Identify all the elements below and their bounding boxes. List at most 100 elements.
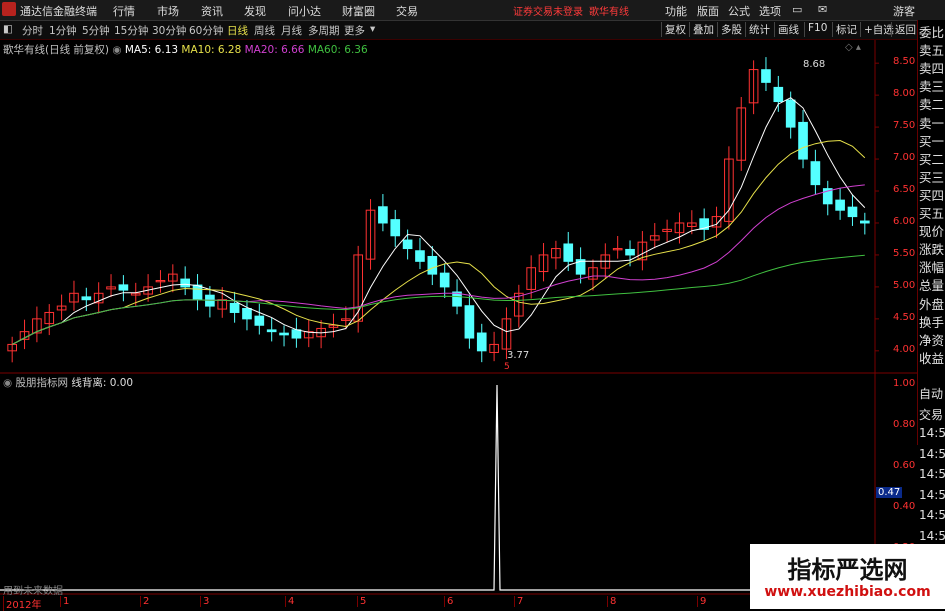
price-axis-label: 4.00 — [893, 343, 916, 355]
quote-field-label: 换手 — [919, 314, 945, 330]
price-axis-label: 5.00 — [893, 279, 916, 291]
candle-body — [402, 239, 413, 250]
time-axis-label: 5 — [357, 596, 366, 607]
candle-body — [81, 296, 92, 301]
ma10-line — [11, 139, 866, 345]
period-5min[interactable]: 5分钟 — [82, 23, 110, 38]
btn-f10[interactable]: F10 — [804, 22, 830, 37]
period-weekly[interactable]: 周线 — [254, 23, 275, 38]
legend-settings-icon[interactable]: ◉ — [112, 44, 125, 56]
quote-field-label: 涨跌 — [919, 242, 945, 258]
quote-field-label: 外盘 — [919, 296, 945, 312]
time-axis-label: 2 — [140, 596, 149, 607]
btn-multi-stock[interactable]: 多股 — [717, 22, 745, 37]
quote-field-label: 卖四 — [919, 61, 945, 77]
time-axis-label: 3 — [200, 596, 209, 607]
more-dropdown-icon[interactable]: ▾ — [370, 23, 375, 35]
menu-item-formula[interactable]: 公式 — [728, 3, 750, 19]
price-axis-label: 6.00 — [893, 215, 916, 227]
price-axis-label: 8.50 — [893, 56, 916, 68]
low-marker: 5 — [504, 362, 510, 372]
menu-item-layout[interactable]: 版面 — [697, 3, 719, 19]
candle-body — [773, 86, 784, 103]
candle-body — [835, 199, 845, 211]
candle-body — [625, 248, 635, 256]
period-30min[interactable]: 30分钟 — [152, 23, 186, 38]
divergence-line — [0, 384, 875, 591]
time-axis-label: 4 — [285, 596, 294, 607]
menu-item-trade[interactable]: 交易 — [396, 3, 418, 19]
period-60min[interactable]: 60分钟 — [189, 23, 223, 38]
main-legend: 歌华有线(日线 前复权) ◉ MA5: 6.13 MA10: 6.28 MA20… — [3, 42, 368, 57]
menu-item-news[interactable]: 资讯 — [201, 3, 223, 19]
menu-item-market[interactable]: 市场 — [157, 3, 179, 19]
menu-item-quotes[interactable]: 行情 — [113, 3, 135, 19]
menu-bar: 通达信金融终端 行情 市场 资讯 发现 问小达 财富圈 交易 证券交易未登录 歌… — [0, 0, 945, 21]
period-more[interactable]: 更多 — [344, 23, 365, 38]
quote-field-label: 现价 — [919, 224, 945, 240]
price-axis-label: 6.50 — [893, 184, 916, 196]
btn-overlay[interactable]: 叠加 — [689, 22, 717, 37]
legend-ma10: MA10: 6.28 — [181, 44, 242, 56]
quote-field-label: 买一 — [919, 133, 945, 149]
trade-tick-label: 14:56 — [919, 508, 945, 522]
quote-field-label: 买三 — [919, 169, 945, 185]
trade-tick-label: 14:56 — [919, 446, 945, 461]
legend-ma20: MA20: 6.66 — [244, 44, 305, 56]
period-intraday[interactable]: 分时 — [22, 23, 43, 38]
candle-body — [810, 161, 821, 186]
candle-body — [439, 272, 450, 288]
sub-axis-label: 0.47 — [876, 486, 903, 498]
menu-item-options[interactable]: 选项 — [759, 3, 781, 19]
price-axis-label: 8.00 — [893, 88, 916, 100]
guest-label[interactable]: 游客 — [893, 3, 915, 19]
candle-body — [266, 329, 277, 333]
menu-item-ask[interactable]: 问小达 — [288, 3, 321, 19]
period-toolbar: ◧ 分时 1分钟 5分钟 15分钟 30分钟 60分钟 日线 周线 月线 多周期… — [0, 21, 945, 40]
kline-chart[interactable] — [0, 40, 917, 609]
period-1min[interactable]: 1分钟 — [49, 23, 77, 38]
candle-body — [291, 329, 302, 339]
chart-tools-icon[interactable]: ◇ ▴ — [845, 42, 861, 53]
quote-field-label: 卖二 — [919, 97, 945, 113]
candle-body — [427, 255, 438, 275]
trade-tick-label: 14:56 — [919, 528, 945, 543]
message-icon[interactable]: ✉ — [818, 3, 827, 16]
btn-adjust[interactable]: 复权 — [661, 22, 689, 37]
candle-body — [192, 284, 203, 301]
candle-body — [563, 243, 574, 262]
trade-login-warning[interactable]: 证券交易未登录 — [513, 3, 583, 18]
skin-icon[interactable]: ▭ — [792, 3, 802, 16]
menu-item-function[interactable]: 功能 — [665, 3, 687, 19]
period-daily[interactable]: 日线 — [227, 23, 248, 38]
candle-body — [476, 332, 487, 352]
time-axis-label: 6 — [444, 596, 453, 607]
btn-mark[interactable]: 标记 — [832, 22, 860, 37]
btn-draw[interactable]: 画线 — [774, 22, 802, 37]
trade-tick-label: 自动 — [919, 387, 944, 401]
menu-item-discover[interactable]: 发现 — [244, 3, 266, 19]
candle-body — [464, 305, 475, 339]
quote-field-label: 委比 — [919, 25, 945, 40]
menu-item-wealth[interactable]: 财富圈 — [342, 3, 375, 19]
sub-axis-label: 1.00 — [893, 378, 916, 389]
sub-indicator-value: 线背离: 0.00 — [71, 377, 134, 389]
period-15min[interactable]: 15分钟 — [114, 23, 148, 38]
candle-body — [180, 278, 191, 288]
quote-field-label: 买二 — [919, 151, 945, 167]
btn-back[interactable]: 返回 — [891, 22, 919, 37]
toolbar-toggle-icon[interactable]: ◧ — [3, 23, 13, 35]
high-price-label: 8.68 — [803, 59, 826, 70]
btn-stats[interactable]: 统计 — [745, 22, 773, 37]
trade-tick-label: 14:56 — [919, 426, 945, 440]
sub-axis-label: 0.60 — [893, 460, 916, 471]
time-axis-label: 8 — [607, 596, 616, 607]
period-monthly[interactable]: 月线 — [281, 23, 302, 38]
sub-settings-icon[interactable]: ◉ — [3, 377, 16, 389]
ma20-line — [11, 184, 865, 345]
quote-field-label: 收益 — [919, 350, 945, 366]
candle-body — [785, 99, 796, 128]
period-multi[interactable]: 多周期 — [308, 23, 340, 38]
quote-field-label: 涨幅 — [919, 260, 945, 276]
quote-field-label: 卖三 — [919, 79, 945, 95]
